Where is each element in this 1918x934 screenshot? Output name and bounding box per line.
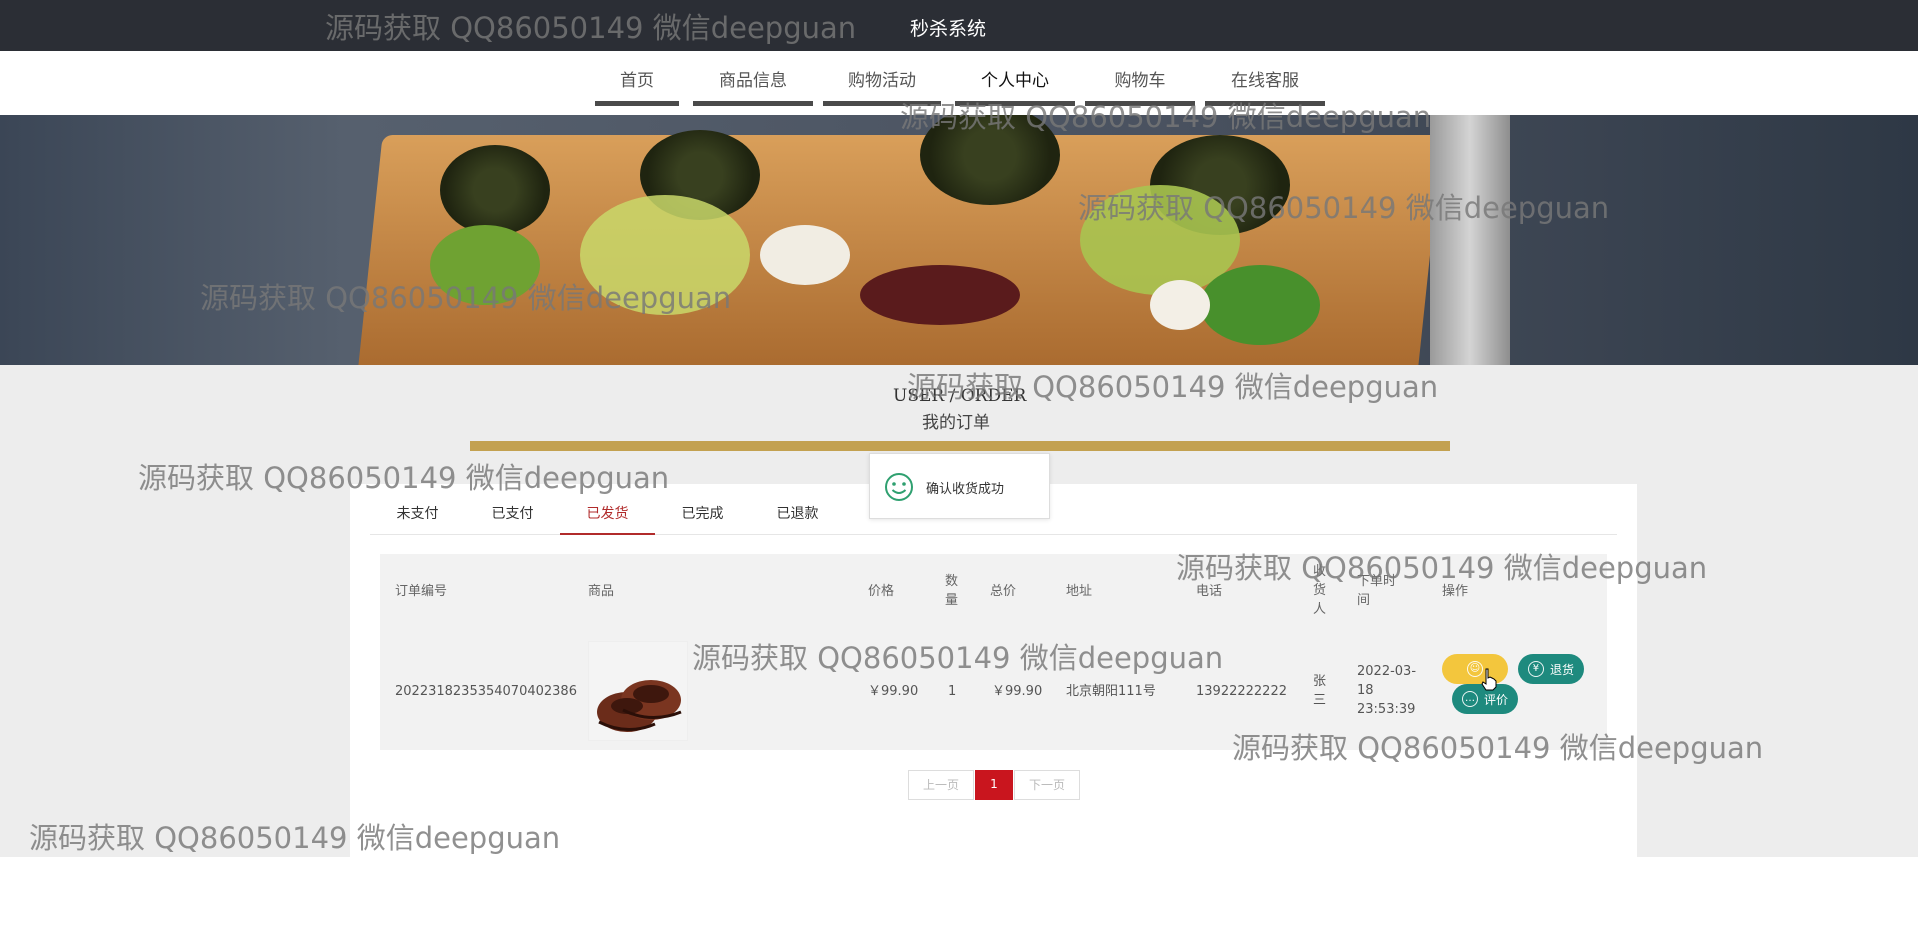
top-bar: 秒杀系统 [0,0,1918,51]
nav-item-products[interactable]: 商品信息 [693,66,813,106]
banner-pan-edge [1430,115,1510,365]
hand-cursor-icon [1481,668,1497,691]
watermark: 源码获取 QQ86050149 微信deepguan [1078,191,1610,225]
nav-item-label: 购物车 [1114,71,1166,91]
header-product: 商品 [588,584,615,599]
banner-cheese [760,225,850,285]
section-divider [470,441,1450,451]
yen-icon: ¥ [1527,661,1544,677]
header-quantity: 数量 [945,574,959,608]
watermark: 源码获取 QQ86050149 微信deepguan [138,461,670,495]
header-order-no: 订单编号 [395,584,448,599]
banner-olive [860,265,1020,325]
nav-item-label: 首页 [620,71,654,91]
refund-button[interactable]: ¥ 退货 [1518,654,1584,684]
header-total: 总价 [990,584,1017,599]
cell-total: ￥99.90 [992,684,1043,699]
watermark: 源码获取 QQ86050149 微信deepguan [1176,551,1708,585]
header-price: 价格 [868,584,895,599]
page-1-button[interactable]: 1 [975,770,1013,800]
nav-underline [693,101,813,106]
tab-completed[interactable]: 已完成 [655,503,750,535]
next-page-button[interactable]: 下一页 [1014,770,1080,800]
smile-icon [885,473,913,501]
banner-caviar [440,145,550,235]
tab-unpaid[interactable]: 未支付 [370,503,465,535]
tab-paid[interactable]: 已支付 [465,503,560,535]
comment-icon: … [1461,691,1478,707]
nav-item-label: 在线客服 [1231,71,1299,91]
watermark: 源码获取 QQ86050149 微信deepguan [1232,731,1764,765]
nav-item-label: 个人中心 [981,71,1049,91]
toast-text: 确认收货成功 [926,482,1005,497]
cell-address: 北京朝阳111号 [1066,684,1156,699]
watermark: 源码获取 QQ86050149 微信deepguan [907,370,1439,404]
cell-quantity: 1 [948,684,957,699]
watermark: 源码获取 QQ86050149 微信deepguan [692,641,1224,675]
shoe-image-icon [597,680,682,732]
watermark: 源码获取 QQ86050149 微信deepguan [900,100,1432,134]
banner-leaf [1200,265,1320,345]
watermark: 源码获取 QQ86050149 微信deepguan [200,281,732,315]
cell-order-no: 2022318235354070402386 [395,684,577,699]
header-address: 地址 [1066,584,1093,599]
refund-button-label: 退货 [1549,662,1574,677]
nav-underline [595,101,679,106]
review-button-label: 评价 [1483,692,1508,707]
cell-receiver: 张三 [1313,674,1327,708]
prev-page-button[interactable]: 上一页 [908,770,974,800]
cell-phone: 13922222222 [1196,684,1287,699]
banner-cheese [1150,280,1210,330]
product-thumbnail[interactable] [588,641,688,741]
toast-message: 确认收货成功 [869,453,1050,519]
section-title-cn: 我的订单 [922,413,990,433]
nav-item-home[interactable]: 首页 [595,66,679,106]
tab-shipped[interactable]: 已发货 [560,503,655,535]
confirm-receipt-button[interactable]: ☺ [1442,654,1508,684]
watermark: 源码获取 QQ86050149 微信deepguan [325,11,857,45]
nav-item-label: 商品信息 [719,71,787,91]
banner-image [0,115,1918,365]
app-title: 秒杀系统 [910,18,987,40]
cell-price: ￥99.90 [868,684,919,699]
watermark: 源码获取 QQ86050149 微信deepguan [29,821,561,855]
cell-order-time: 2022-03-18 23:53:39 [1357,664,1417,717]
nav-item-label: 购物活动 [848,71,916,91]
tab-refunded[interactable]: 已退款 [750,503,845,535]
